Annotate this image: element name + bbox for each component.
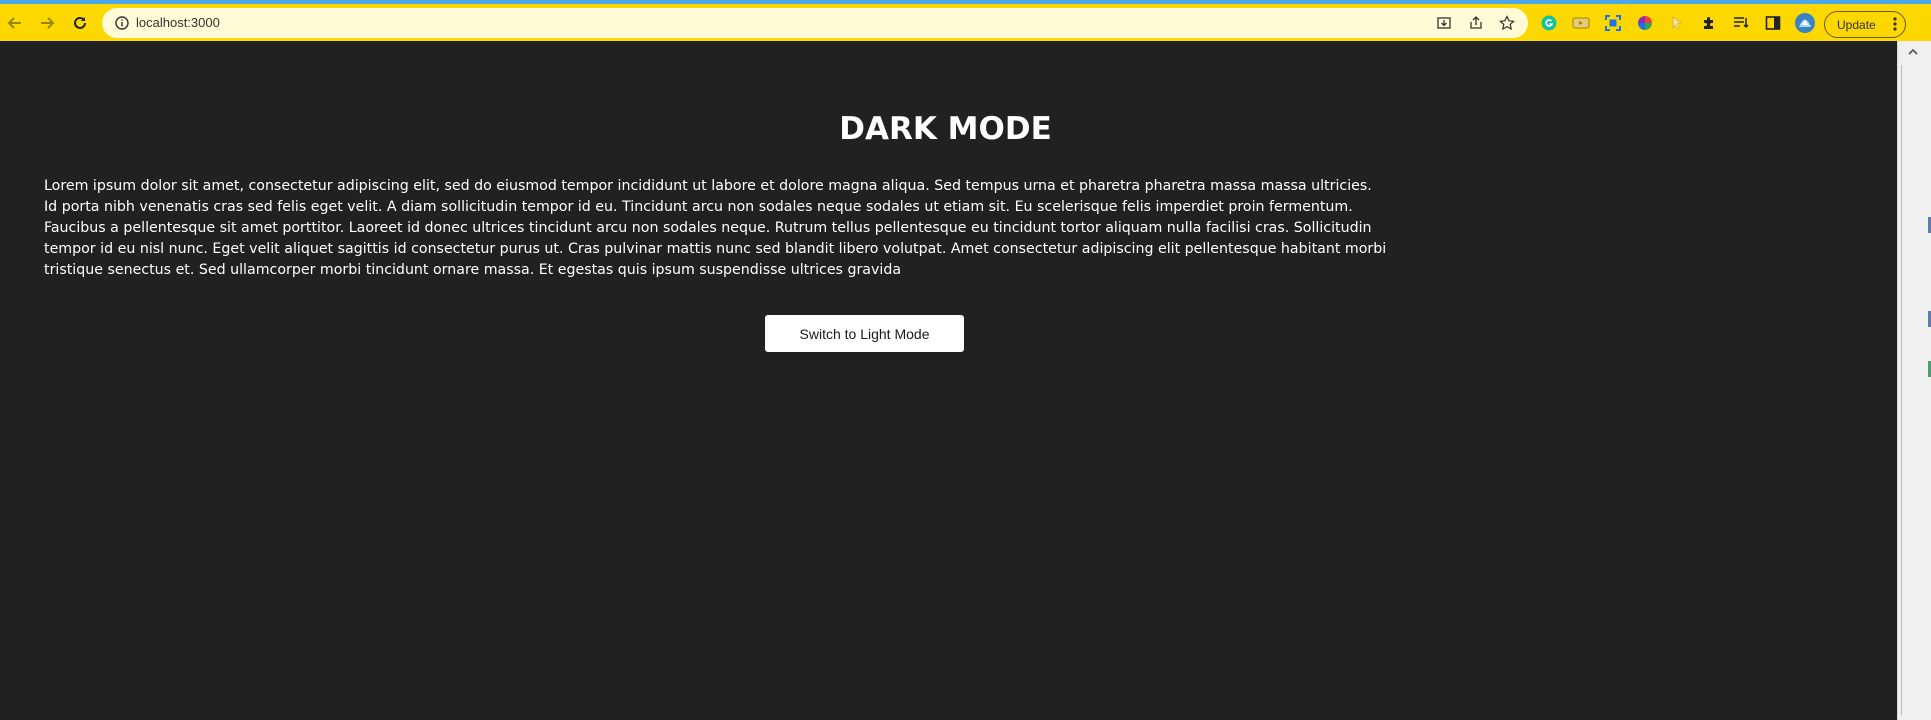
media-extension-icon[interactable] xyxy=(1571,13,1591,33)
page-title: DARK MODE xyxy=(839,111,1052,147)
reload-icon[interactable] xyxy=(68,11,92,35)
reading-list-icon[interactable] xyxy=(1731,13,1751,33)
url-text[interactable]: localhost:3000 xyxy=(136,15,220,30)
screenshot-extension-icon[interactable] xyxy=(1603,13,1623,33)
browser-toolbar: localhost:3000 Update xyxy=(0,0,1931,41)
forward-arrow-icon[interactable] xyxy=(35,11,59,35)
back-arrow-icon[interactable] xyxy=(3,11,27,35)
extensions-puzzle-icon[interactable] xyxy=(1699,13,1719,33)
share-icon[interactable] xyxy=(1467,14,1485,32)
pointer-extension-icon[interactable] xyxy=(1667,13,1687,33)
scrollbar-track[interactable] xyxy=(1901,65,1902,715)
profile-avatar-icon[interactable] xyxy=(1795,13,1815,33)
body-paragraph: Lorem ipsum dolor sit amet, consectetur … xyxy=(44,178,1387,278)
side-panel-icon[interactable] xyxy=(1763,13,1783,33)
update-button[interactable]: Update xyxy=(1824,11,1906,38)
site-info-icon[interactable] xyxy=(114,15,130,31)
switch-theme-button[interactable]: Switch to Light Mode xyxy=(765,315,964,352)
address-bar[interactable]: localhost:3000 xyxy=(102,8,1528,38)
more-menu-icon[interactable] xyxy=(1893,16,1897,32)
color-picker-extension-icon[interactable] xyxy=(1635,13,1655,33)
bookmark-star-icon[interactable] xyxy=(1498,14,1516,32)
install-app-icon[interactable] xyxy=(1435,14,1453,32)
update-button-label: Update xyxy=(1837,18,1876,32)
page-content: DARK MODE Lorem ipsum dolor sit amet, co… xyxy=(0,41,1898,720)
grammarly-extension-icon[interactable] xyxy=(1539,13,1559,33)
scroll-up-arrow-icon[interactable] xyxy=(1906,45,1920,59)
page-scrollbar[interactable] xyxy=(1897,41,1931,720)
